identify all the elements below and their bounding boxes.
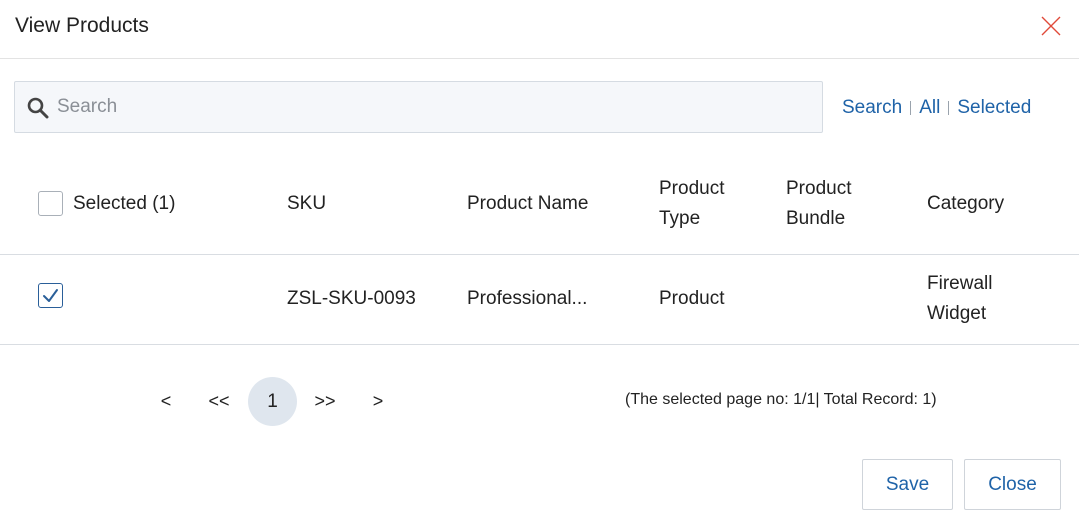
header-product-type-line2: Type [659,208,701,229]
filter-search-link[interactable]: Search [842,97,902,119]
header-product-bundle-line1: Product [786,178,852,199]
row-checkbox[interactable] [38,283,63,308]
save-button[interactable]: Save [862,459,953,510]
search-input[interactable] [57,90,807,124]
header-selected: Selected (1) [73,193,176,214]
close-button[interactable]: Close [964,459,1061,510]
first-page-button[interactable]: << [200,377,238,426]
header-product-bundle: Product Bundle [786,174,851,234]
header-product-type-line1: Product [659,178,725,199]
header-product-name: Product Name [467,193,589,214]
prev-page-button[interactable]: < [152,377,180,426]
row-category: Firewall Widget [927,269,992,329]
filter-all-link[interactable]: All [919,97,940,119]
next-page-button[interactable]: > [364,377,392,426]
table-header: Selected (1) SKU Product Name Product Ty… [0,160,1079,255]
header-product-bundle-line2: Bundle [786,208,846,229]
row-product-type: Product [659,288,725,309]
row-category-line2: Widget [927,303,987,324]
header-category: Category [927,193,1005,214]
search-box [14,81,823,133]
search-filters: Search All Selected [842,96,1031,120]
pagination: < << 1 >> > [0,377,620,427]
close-icon[interactable] [1040,15,1062,37]
page-info: (The selected page no: 1/1| Total Record… [625,391,937,408]
search-icon [27,97,49,119]
filter-separator [948,101,950,115]
row-sku: ZSL-SKU-0093 [287,288,416,309]
current-page-button[interactable]: 1 [248,377,297,426]
filter-selected-link[interactable]: Selected [957,97,1031,119]
select-all-checkbox[interactable] [38,191,63,216]
row-category-line1: Firewall [927,273,993,294]
dialog-title: View Products [15,14,149,37]
table-row[interactable]: ZSL-SKU-0093 Professional... Product Fir… [0,255,1079,345]
dialog-header: View Products [0,0,1079,59]
filter-separator [910,101,912,115]
last-page-button[interactable]: >> [306,377,344,426]
checkmark-icon [43,289,58,302]
row-product-name: Professional... [467,288,588,309]
header-sku: SKU [287,193,327,214]
header-product-type: Product Type [659,174,724,234]
